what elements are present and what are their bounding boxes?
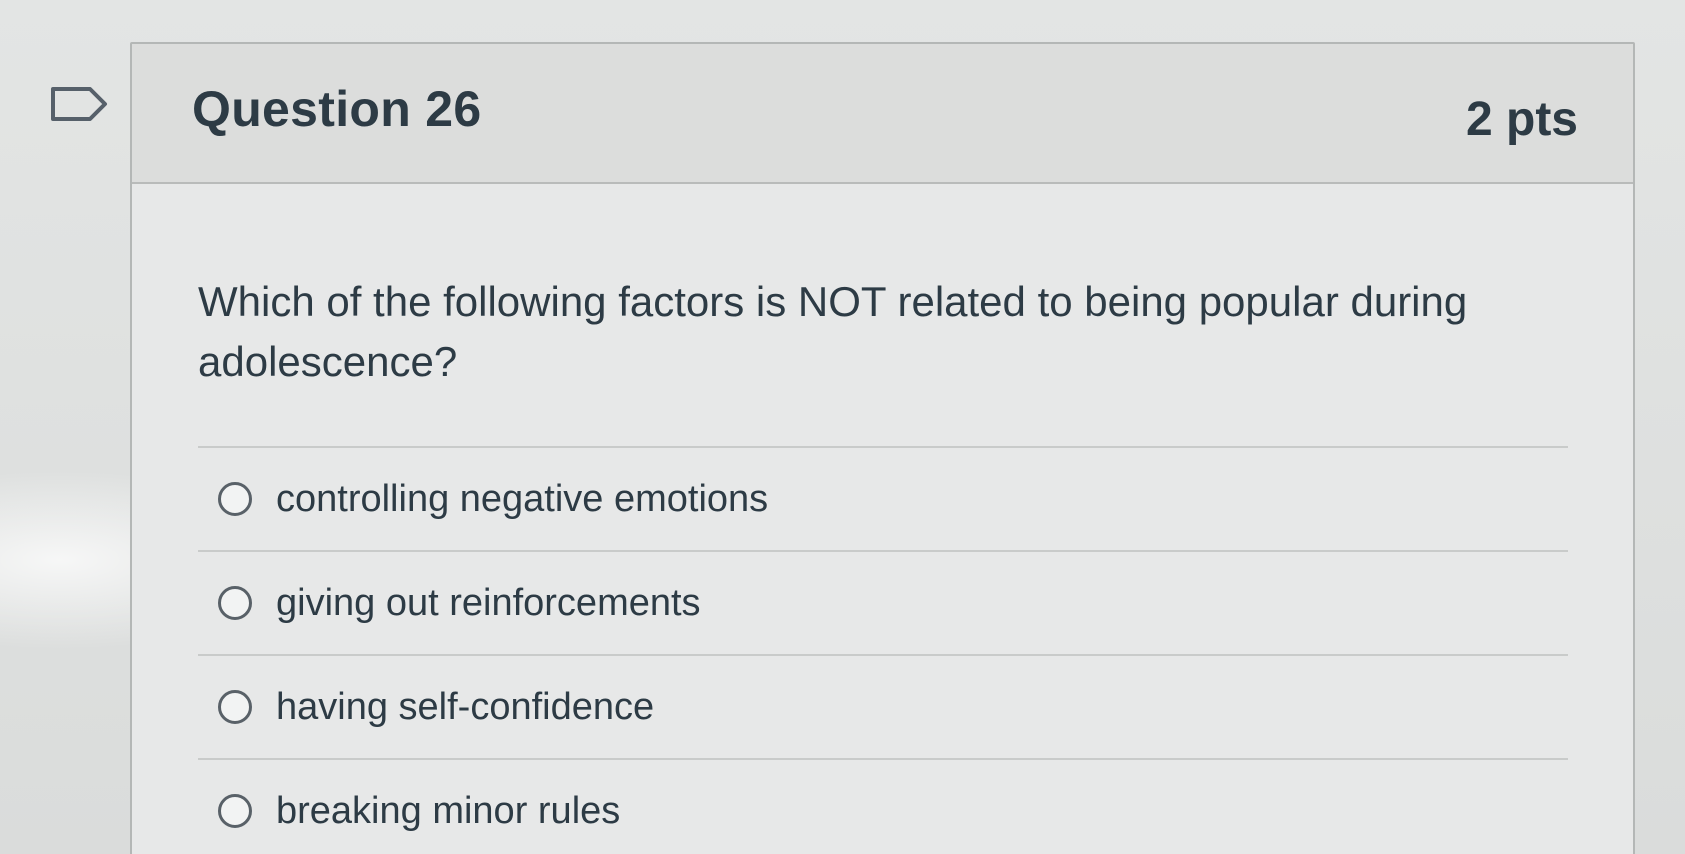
question-title: Question 26	[192, 81, 482, 137]
question-text: Which of the following factors is NOT re…	[198, 278, 1468, 385]
answer-option[interactable]: giving out reinforcements	[198, 550, 1568, 654]
radio-button[interactable]	[218, 482, 252, 516]
answer-label: breaking minor rules	[276, 789, 621, 832]
flag-question-button[interactable]	[50, 86, 108, 122]
flag-outline-icon	[51, 87, 107, 121]
radio-button[interactable]	[218, 690, 252, 724]
answer-label: giving out reinforcements	[276, 581, 701, 624]
question-points: 2 pts	[1465, 93, 1578, 146]
radio-button[interactable]	[218, 794, 252, 828]
quiz-screen: Question 26 2 pts Which of the following…	[0, 0, 1685, 854]
question-card: Question 26 2 pts Which of the following…	[130, 42, 1635, 854]
answer-list: controlling negative emotions giving out…	[198, 446, 1568, 854]
question-body: Which of the following factors is NOT re…	[132, 184, 1633, 854]
radio-button[interactable]	[218, 586, 252, 620]
answer-option[interactable]: controlling negative emotions	[198, 446, 1568, 550]
answer-label: having self-confidence	[276, 685, 655, 728]
question-header: Question 26 2 pts	[132, 44, 1633, 184]
answer-option[interactable]: having self-confidence	[198, 654, 1568, 758]
answer-label: controlling negative emotions	[276, 477, 769, 520]
answer-option[interactable]: breaking minor rules	[198, 758, 1568, 854]
